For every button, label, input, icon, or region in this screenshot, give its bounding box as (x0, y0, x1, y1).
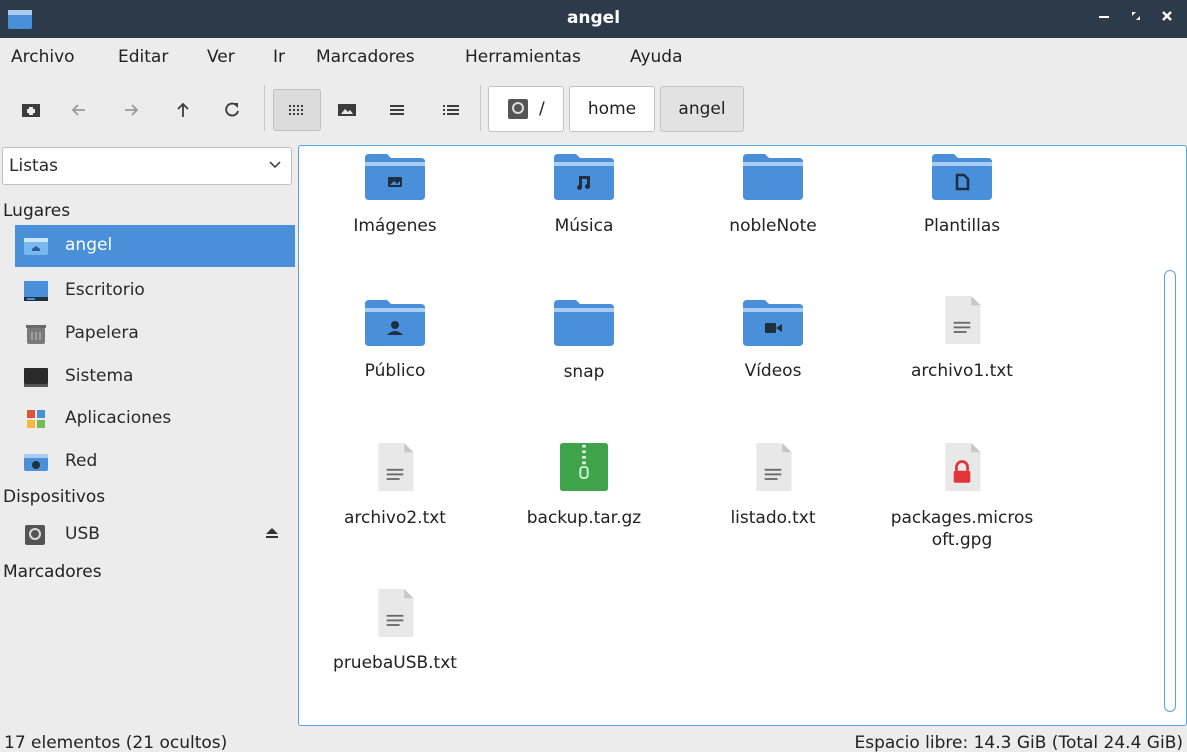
reload-icon (225, 102, 239, 117)
file-name-line-2: oft.gpg (931, 530, 993, 550)
close-button[interactable] (1155, 6, 1179, 30)
image-view-icon (338, 104, 356, 116)
forward-button[interactable] (118, 97, 144, 123)
up-button[interactable] (170, 97, 196, 123)
menu-ver[interactable]: Ver (207, 47, 235, 67)
sidebar-section-bookmarks: Marcadores (3, 562, 102, 582)
folder-videos-icon (743, 300, 803, 346)
sidebar-item-sistema[interactable]: Sistema (15, 356, 295, 398)
file-name: backup.tar.gz (526, 508, 642, 528)
text-file-icon (378, 443, 414, 491)
menu-ayuda[interactable]: Ayuda (630, 47, 683, 67)
breadcrumb-home[interactable]: home (569, 86, 655, 132)
sidebar-item-angel[interactable]: angel (15, 225, 295, 267)
text-file-icon (756, 443, 792, 491)
chevron-down-icon (269, 161, 281, 169)
sidebar-item-label: angel (65, 235, 113, 255)
detail-view-button[interactable] (438, 97, 464, 123)
applications-icon (27, 410, 45, 428)
status-free-space: Espacio libre: 14.3 GiB (Total 24.4 GiB) (854, 733, 1183, 752)
toolbar-separator (264, 85, 265, 131)
locked-file-icon (945, 443, 981, 491)
arrow-up-icon (177, 102, 189, 117)
folder-templates-icon (932, 154, 992, 200)
sidebar-section-devices: Dispositivos (3, 487, 106, 507)
folder-pictures-icon (365, 154, 425, 200)
sidebar-view-select[interactable]: Listas (2, 147, 292, 185)
sidebar-item-label: Sistema (65, 366, 134, 386)
status-item-count: 17 elementos (21 ocultos) (4, 733, 228, 752)
sidebar-item-red[interactable]: Red (15, 441, 295, 483)
drive-icon (508, 99, 528, 119)
sidebar-item-label: Aplicaciones (65, 408, 172, 428)
network-icon (24, 454, 48, 471)
sidebar-view-select-value: Listas (9, 156, 58, 176)
thumbnail-view-button[interactable] (334, 97, 360, 123)
icon-view-button[interactable] (273, 89, 321, 131)
file-name-line-1: packages.micros (890, 508, 1034, 528)
breadcrumb-angel[interactable]: angel (660, 86, 744, 132)
file-name: snap (563, 362, 605, 382)
minimize-icon (1099, 16, 1109, 18)
archive-file-icon (560, 443, 608, 491)
usb-drive-icon (25, 525, 45, 545)
file-name: pruebaUSB.txt (333, 653, 457, 673)
breadcrumb-root[interactable]: / (488, 86, 564, 132)
desktop-icon (24, 281, 48, 301)
breadcrumb-root-label: / (539, 99, 545, 119)
back-button[interactable] (66, 97, 92, 123)
folder-icon (554, 300, 614, 346)
file-name: Imágenes (353, 216, 437, 236)
file-name: archivo1.txt (911, 361, 1013, 381)
menu-archivo[interactable]: Archivo (11, 47, 75, 67)
system-icon (24, 368, 48, 387)
file-name: archivo2.txt (344, 508, 446, 528)
menu-ir[interactable]: Ir (273, 47, 285, 67)
file-name: Vídeos (744, 361, 802, 381)
sidebar-item-label: USB (65, 524, 100, 544)
detail-list-icon (443, 105, 459, 115)
file-name: Público (364, 361, 426, 381)
sidebar-item-label: Red (65, 451, 98, 471)
menu-herramientas[interactable]: Herramientas (465, 47, 581, 67)
grid-view-icon (289, 105, 303, 115)
sidebar-item-escritorio[interactable]: Escritorio (15, 270, 295, 312)
arrow-right-icon (125, 104, 139, 116)
toolbar-separator (480, 85, 481, 131)
new-tab-button[interactable] (18, 97, 44, 123)
sidebar-section-places: Lugares (3, 201, 71, 221)
file-name: nobleNote (729, 216, 817, 236)
close-icon (1162, 11, 1172, 21)
window-title: angel (566, 8, 621, 28)
menu-editar[interactable]: Editar (118, 47, 168, 67)
file-name: listado.txt (730, 508, 816, 528)
sidebar-item-aplicaciones[interactable]: Aplicaciones (15, 398, 295, 440)
sidebar-item-label: Escritorio (65, 280, 145, 300)
new-tab-icon (22, 104, 40, 117)
file-name: Música (554, 216, 614, 236)
home-folder-icon (24, 238, 48, 255)
eject-icon[interactable] (264, 525, 280, 541)
reload-button[interactable] (219, 97, 245, 123)
text-file-icon (945, 296, 981, 344)
title-bar: angel (0, 0, 1187, 38)
menu-bar: Archivo Editar Ver Ir Marcadores Herrami… (0, 38, 1187, 76)
compact-view-button[interactable] (384, 97, 410, 123)
vertical-scrollbar[interactable] (1164, 270, 1176, 712)
maximize-icon (1132, 12, 1140, 20)
text-file-icon (378, 589, 414, 637)
sidebar-item-label: Papelera (65, 323, 139, 343)
folder-public-icon (365, 300, 425, 346)
sidebar-item-papelera[interactable]: Papelera (15, 313, 295, 355)
arrow-left-icon (71, 104, 85, 116)
folder-icon (743, 154, 803, 200)
maximize-button[interactable] (1124, 6, 1148, 30)
sidebar-item-usb[interactable]: USB (15, 514, 295, 556)
trash-icon (26, 325, 46, 344)
list-view-icon (390, 105, 404, 115)
minimize-button[interactable] (1092, 6, 1116, 30)
menu-marcadores[interactable]: Marcadores (316, 47, 415, 67)
file-name: Plantillas (923, 216, 1001, 236)
folder-music-icon (554, 154, 614, 200)
